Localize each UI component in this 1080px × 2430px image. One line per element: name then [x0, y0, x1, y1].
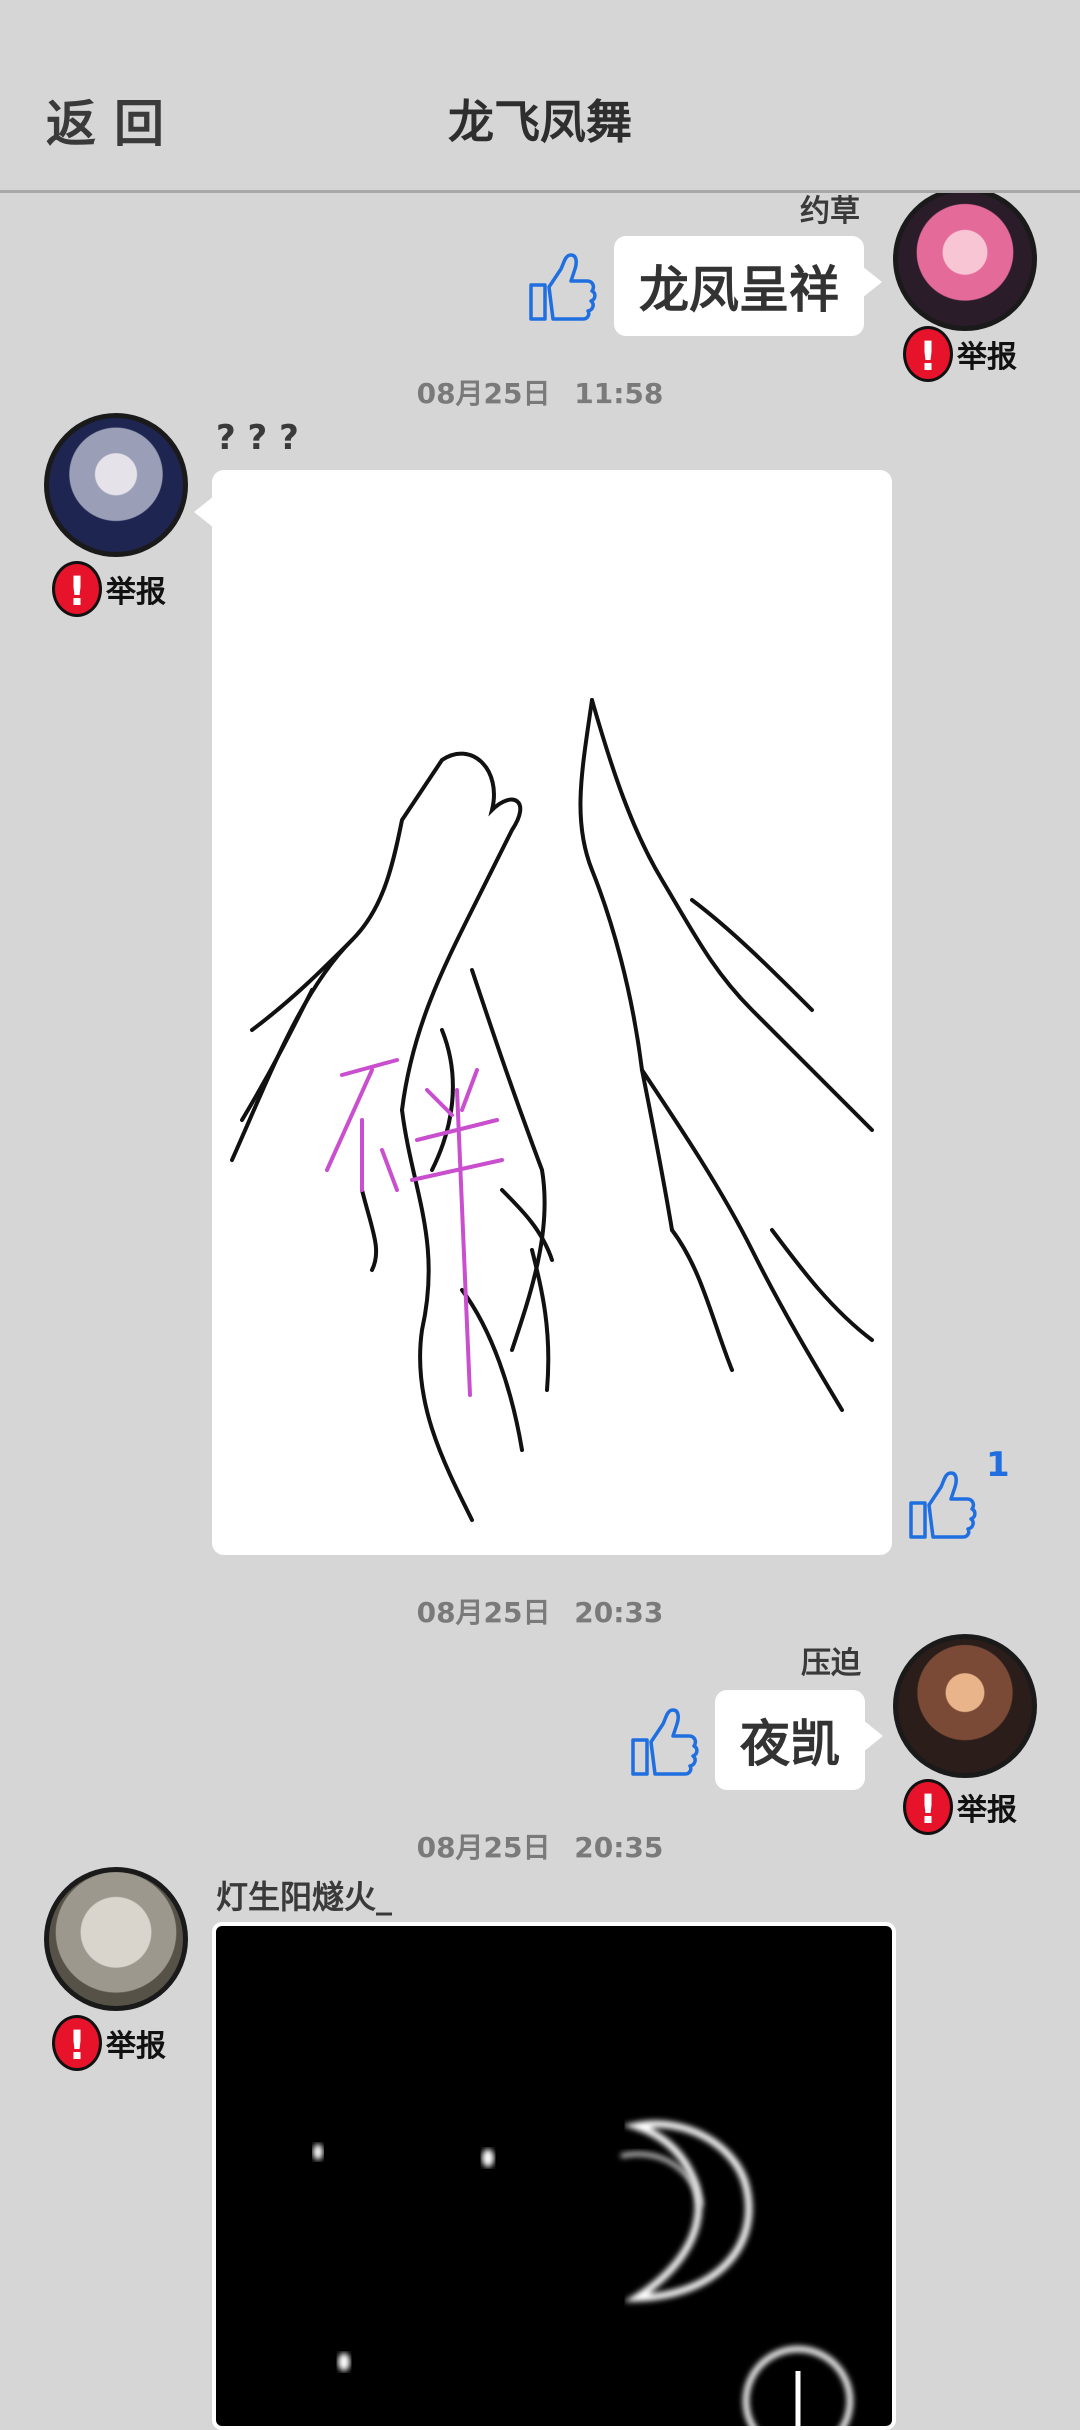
report-label: 举报 — [957, 1793, 1017, 1828]
dragon-drawing — [230, 698, 874, 1522]
avatar[interactable] — [44, 413, 188, 557]
top-bar: 返回 龙飞凤舞 — [0, 0, 1080, 193]
sender-nickname: 灯生阳燧火_ — [216, 1878, 393, 1916]
sender-nickname: 压迫 — [801, 1646, 861, 1681]
page-title: 龙飞凤舞 — [448, 95, 632, 149]
thumbs-up-icon[interactable] — [627, 1702, 699, 1780]
sender-nickname: ? ? ? — [216, 418, 299, 458]
image-message[interactable] — [212, 1922, 896, 2430]
message-bubble[interactable]: 龙凤呈祥 — [614, 236, 882, 336]
thumbs-up-icon[interactable] — [525, 247, 597, 325]
report-button[interactable]: ! 举报 — [52, 561, 166, 617]
avatar[interactable] — [893, 1634, 1037, 1778]
message-text: 龙凤呈祥 — [639, 261, 839, 319]
timestamp: 08月25日 11:58 — [416, 377, 664, 410]
report-label: 举报 — [106, 2029, 166, 2064]
message-text: 夜凯 — [740, 1715, 840, 1773]
report-label: 举报 — [106, 575, 166, 610]
report-button[interactable]: ! 举报 — [52, 2015, 166, 2071]
timestamp: 08月25日 20:35 — [416, 1831, 664, 1864]
image-message[interactable] — [194, 470, 892, 1555]
like-count: 1 — [986, 1445, 1010, 1485]
alert-icon: ! — [52, 561, 102, 617]
thumbs-up-icon[interactable] — [905, 1465, 977, 1543]
timestamp: 08月25日 20:33 — [416, 1596, 664, 1629]
night-drawing — [313, 2120, 853, 2426]
report-label: 举报 — [957, 340, 1017, 375]
avatar[interactable] — [893, 187, 1037, 331]
avatar[interactable] — [44, 1867, 188, 2011]
message-bubble[interactable]: 夜凯 — [715, 1690, 883, 1790]
alert-icon: ! — [52, 2015, 102, 2071]
